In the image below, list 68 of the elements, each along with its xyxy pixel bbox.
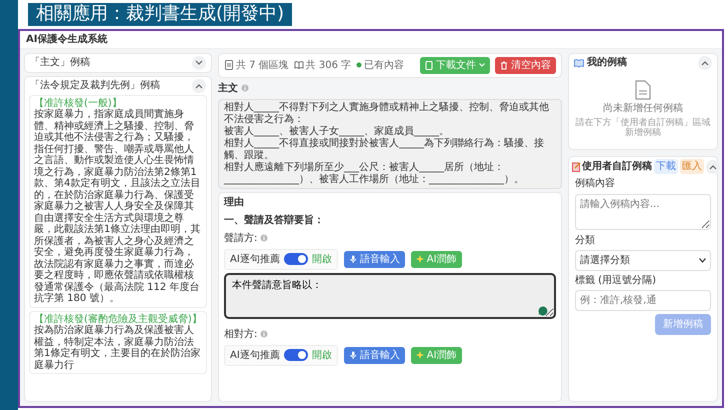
document-icon [224,60,234,70]
field-label: 分類 [575,234,596,248]
chevron-up-icon[interactable] [192,78,206,92]
status-dot-icon [356,60,362,70]
download-button[interactable]: 下載文件 [420,56,490,74]
tags-input-field[interactable]: 例：准許,核發,通 [575,290,711,312]
field-label: 相對方: [224,328,258,342]
toggle-switch[interactable] [284,349,308,361]
field-label: 標籤 (用逗號分隔) [575,274,657,288]
empty-message: 尚未新增任何例稿 [603,102,683,114]
field-label: 聲請方: [224,232,258,246]
text-line: 相對人_____不得直接或間接對於被害人_____為下列聯絡行為：騷擾、接觸、跟蹤。 [224,138,545,162]
example-text: 按為防治家庭暴力行為及保護被害人權益，特制定本法，家庭暴力防治法第1條定有明文，主要目的在於防治家庭暴力行 [34,325,202,371]
panel-title: 「法令規定及裁判先例」例稿 [30,79,160,92]
example-heading: 【准許核發(一般)】 [34,98,123,108]
note-icon [572,162,581,172]
example-text: 按家庭暴力，指家庭成員間實施身體、精神或經濟上之騷擾、控制、脅迫或其他不法侵害之行為；又騷擾，指任何打擾、警告、嘲弄或辱罵他人之言語、動作或製造使人心生畏怖情境之行為，家庭暴力防治法第2條第1款、第4款定有明文，且該法之立法目的，在於防治家庭暴力行為、保護受家庭暴力之被害人人身安全及保障其自由選擇安全生活方式與環境之尊嚴，此觀該法第1條立法理由即明，其所保護者，為被害人之身心及經濟之安全，避免再度發生家庭暴力行為，故法院認有家庭暴力之事實，而達必要之程度時，即應依聲請或依職權核發通常保護令（最高法院 112 年度台抗字第 180 號）。 [34,109,202,304]
voice-input-button[interactable]: 語音輸入 [344,346,405,364]
panel-title: 「主文」例稿 [30,56,90,69]
chevron-up-icon[interactable] [698,56,712,70]
sparkle-icon [416,351,424,359]
info-icon [260,234,268,242]
main-text-area[interactable]: 相對人_____不得對下列之人實施身體或精神上之騷擾、控制、脅迫或其他不法侵害之行為： 被害人_____、被害人子女_____、家庭成員_____。 相對人_____不得直接或間接對於被害人_____為下列聯絡行為：騷擾、接觸、跟蹤。 相對人應遠離下列場所至少___公尺：被害人_____居所（地址：_______________）、被害人工作場所（地址：_______________）。 [218,98,562,188]
caret-icon [479,63,485,67]
download-button[interactable]: 下載 [654,159,678,174]
field-label: 例稿內容 [575,176,616,192]
sparkle-icon [416,255,424,263]
toggle-label: AI逐句推薦 [230,252,280,266]
info-icon [241,84,249,92]
stat-text: 已有內容 [364,58,404,72]
subsection-title: 一、聲請及答辯要旨： [224,214,325,228]
document-icon [425,60,433,70]
category-select[interactable]: 請選擇分類 [575,250,711,272]
book-icon [294,60,304,70]
panel-title: 我的例稿 [587,56,627,69]
voice-input-button[interactable]: 語音輸入 [344,250,405,268]
toggle-state: 開啟 [312,252,332,266]
chevron-down-icon[interactable] [192,56,206,70]
chat-bubble-icon [538,306,548,316]
ai-polish-button[interactable]: AI潤飾 [410,346,462,364]
field-label: 主文 [218,81,238,96]
clear-button[interactable]: 清空內容 [495,56,556,74]
text-line: 被害人_____、被害人子女_____、家庭成員_____。 [224,126,450,136]
import-button[interactable]: 匯入 [680,159,704,174]
text-line: 相對人_____不得對下列之人實施身體或精神上之騷擾、控制、脅迫或其他不法侵害之行為： [224,102,550,126]
document-icon [635,80,651,100]
microphone-icon [348,351,357,359]
chevron-down-icon [699,258,706,264]
example-heading: 【准許核發(審酌危險及主觀受威脅)】 [34,314,202,324]
add-example-button[interactable]: 新增例稿 [655,314,711,336]
toggle-state: 開啟 [312,348,332,362]
text-line: 相對人應遠離下列場所至少___公尺：被害人_____居所（地址：_______________）、被害人工作場所（地址：_______________）。 [224,162,525,186]
panel-title: 使用者自訂例稿 [582,160,652,174]
stat-text: 共 7 個區塊 [236,58,289,72]
toggle-label: AI逐句推薦 [230,348,280,362]
book-icon [574,58,584,68]
content-input-field[interactable]: 請輸入例稿內容... [575,194,711,230]
trash-icon [500,60,508,70]
empty-hint: 請在下方「使用者自訂例稿」區域新增例稿 [574,118,712,140]
toggle-switch[interactable] [284,253,308,265]
microphone-icon [348,255,357,263]
section-title: 理由 [224,196,245,210]
slide-title: 相關應用：裁判書生成(開發中) [28,3,292,26]
ai-polish-button[interactable]: AI潤飾 [410,250,462,268]
text-area[interactable]: 本件聲請意旨略以： [224,272,556,318]
chevron-up-icon[interactable] [706,160,720,174]
stat-text: 共 306 字 [306,58,352,72]
info-icon [260,330,268,338]
